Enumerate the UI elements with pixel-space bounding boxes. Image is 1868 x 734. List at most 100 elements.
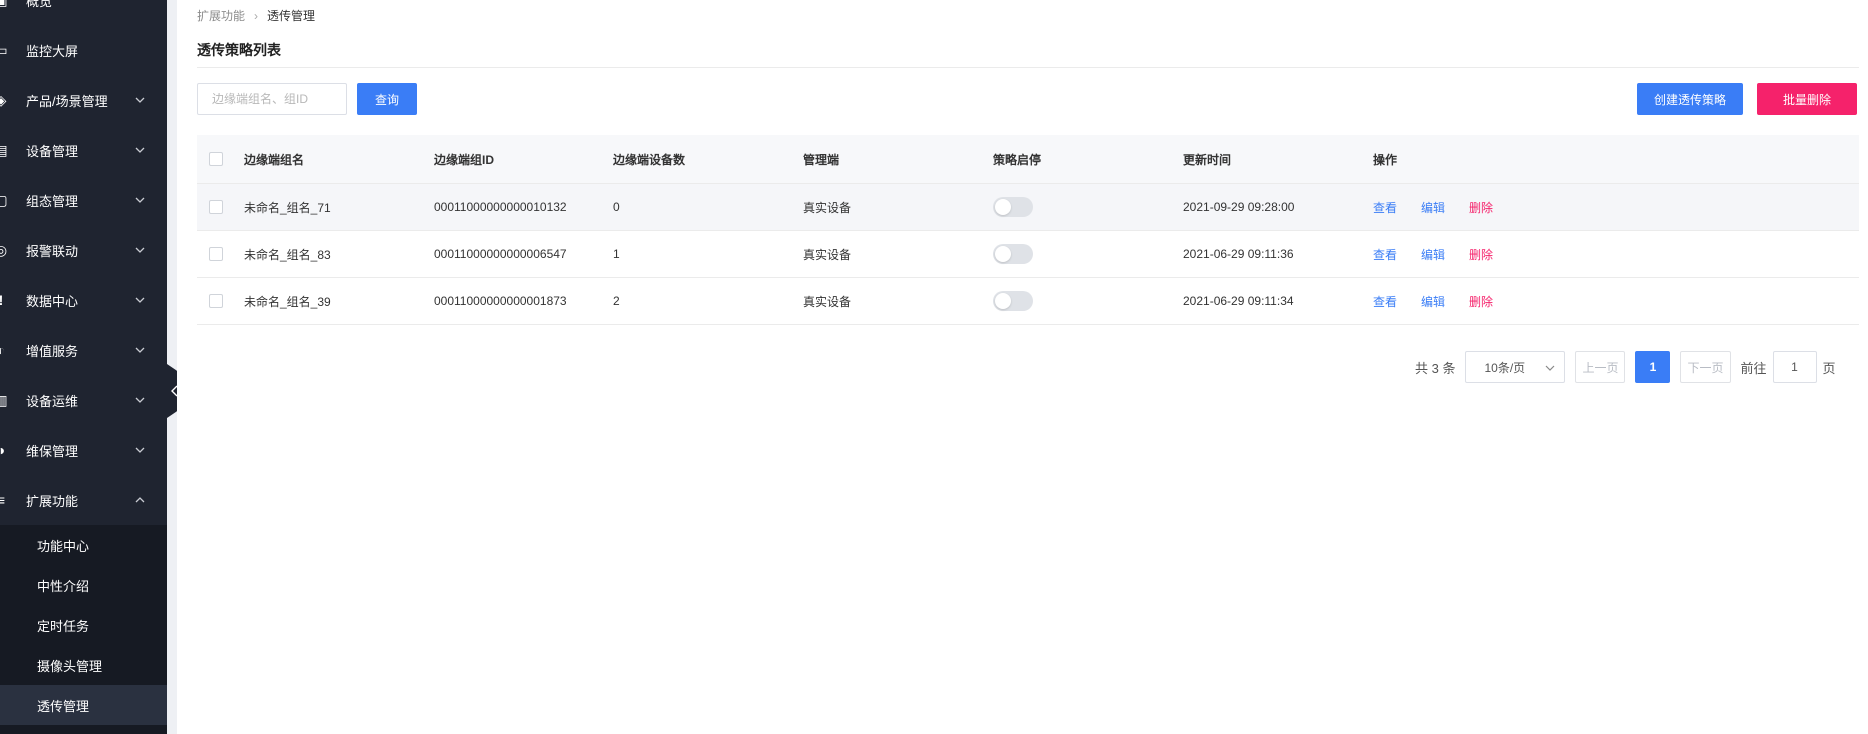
create-strategy-button[interactable]: 创建透传策略 xyxy=(1637,83,1743,115)
cell-device-count: 0 xyxy=(613,200,620,214)
delete-link[interactable]: 删除 xyxy=(1469,246,1493,263)
chevron-down-icon xyxy=(133,243,147,257)
table-row: 未命名_组名_83 00011000000000006547 1 真实设备 2021-0… xyxy=(197,231,1859,278)
submenu-item-2[interactable]: 定时任务 xyxy=(0,605,167,645)
chevron-down-icon xyxy=(133,93,147,107)
chevron-up-icon xyxy=(133,493,147,507)
cell-group-id: 00011000000000006547 xyxy=(434,247,567,261)
cell-manager: 真实设备 xyxy=(803,247,852,262)
table-header: 边缘端组名 边缘端组ID 边缘端设备数 管理端 策略启停 更新时间 操作 xyxy=(197,135,1859,184)
submenu-item-4[interactable]: 透传管理 xyxy=(0,685,167,725)
sidebar-item-2[interactable]: ◈ 产品/场景管理 xyxy=(0,75,167,125)
view-link[interactable]: 查看 xyxy=(1373,293,1397,310)
header-actions: 操作 xyxy=(1373,152,1398,167)
sidebar-item-label: 概览 xyxy=(26,0,53,9)
chevron-down-icon xyxy=(133,343,147,357)
table-row: 未命名_组名_39 00011000000000001873 2 真实设备 2021-0… xyxy=(197,278,1859,325)
page-title: 透传策略列表 xyxy=(197,42,281,58)
sidebar-item-label: 设备运维 xyxy=(26,393,79,409)
goto-page-input[interactable] xyxy=(1772,351,1817,383)
view-link[interactable]: 查看 xyxy=(1373,246,1397,263)
chevron-down-icon xyxy=(133,393,147,407)
sidebar-item-label: 监控大屏 xyxy=(26,43,79,59)
batch-delete-button[interactable]: 批量删除 xyxy=(1757,83,1857,115)
breadcrumb-parent[interactable]: 扩展功能 xyxy=(197,7,245,24)
query-button[interactable]: 查询 xyxy=(357,83,417,115)
sidebar-item-0[interactable]: ▣ 概览 xyxy=(0,0,167,25)
device-icon: ▤ xyxy=(0,141,8,158)
submenu-item-0[interactable]: 功能中心 xyxy=(0,525,167,565)
alarm-icon: ◎ xyxy=(0,241,8,258)
chevron-down-icon xyxy=(133,443,147,457)
cell-updated-time: 2021-06-29 09:11:34 xyxy=(1183,294,1294,308)
strategy-toggle-switch[interactable] xyxy=(993,244,1033,264)
table-row: 未命名_组名_71 00011000000000010132 0 真实设备 2021-0… xyxy=(197,184,1859,231)
pagination: 共 3 条 10条/页 上一页 1 下一页 前往 页 xyxy=(1415,351,1836,383)
sidebar-item-label: 维保管理 xyxy=(26,443,79,459)
chevron-down-icon xyxy=(133,193,147,207)
strategy-toggle-switch[interactable] xyxy=(993,197,1033,217)
submenu-item-label: 功能中心 xyxy=(37,538,90,554)
cell-group-id: 00011000000000001873 xyxy=(434,294,567,308)
sidebar-item-6[interactable]: ! 数据中心 xyxy=(0,275,167,325)
sidebar-item-label: 增值服务 xyxy=(26,343,79,359)
cell-group-id: 00011000000000010132 xyxy=(434,200,567,214)
row-checkbox[interactable] xyxy=(209,294,223,308)
sidebar-item-10[interactable]: ≡ 扩展功能 xyxy=(0,475,167,525)
cell-device-count: 2 xyxy=(613,294,620,308)
cell-actions: 查看 编辑 删除 xyxy=(1373,278,1517,324)
sidebar-item-3[interactable]: ▤ 设备管理 xyxy=(0,125,167,175)
delete-link[interactable]: 删除 xyxy=(1469,199,1493,216)
submenu-item-label: 透传管理 xyxy=(37,698,90,714)
cell-manager: 真实设备 xyxy=(803,200,852,215)
cell-device-count: 1 xyxy=(613,247,620,261)
sidebar-item-label: 报警联动 xyxy=(26,243,79,259)
sidebar-item-1[interactable]: ▭ 监控大屏 xyxy=(0,25,167,75)
page-size-value: 10条/页 xyxy=(1484,360,1526,375)
goto-unit: 页 xyxy=(1822,360,1836,376)
sidebar-item-4[interactable]: ▢ 组态管理 xyxy=(0,175,167,225)
edit-link[interactable]: 编辑 xyxy=(1421,246,1445,263)
submenu-item-3[interactable]: 摄像头管理 xyxy=(0,645,167,685)
sidebar-item-9[interactable]: ◑ 维保管理 xyxy=(0,425,167,475)
chevron-down-icon xyxy=(1546,365,1555,371)
sidebar-item-label: 扩展功能 xyxy=(26,493,79,509)
page-number-button[interactable]: 1 xyxy=(1635,351,1671,383)
data-icon: ! xyxy=(0,292,8,308)
edit-link[interactable]: 编辑 xyxy=(1421,293,1445,310)
cell-updated-time: 2021-09-29 09:28:00 xyxy=(1183,200,1295,214)
submenu-item-1[interactable]: 中性介绍 xyxy=(0,565,167,605)
cell-group-name: 未命名_组名_83 xyxy=(244,247,331,262)
sidebar-item-8[interactable]: ▥ 设备运维 xyxy=(0,375,167,425)
next-page-button[interactable]: 下一页 xyxy=(1680,351,1731,383)
sidebar-item-5[interactable]: ◎ 报警联动 xyxy=(0,225,167,275)
sidebar: ▣ 概览 ▭ 监控大屏 ◈ 产品/场景管理 ▤ 设备管理 ▢ 组态管理 ◎ 报警联动 ! 数据中心 ◐ 增值服… xyxy=(0,0,167,734)
select-all-checkbox[interactable] xyxy=(209,152,223,166)
config-icon: ▢ xyxy=(0,191,8,208)
breadcrumb: 扩展功能 › 透传管理 xyxy=(197,7,315,24)
page-size-select[interactable]: 10条/页 xyxy=(1465,351,1566,383)
header-strategy-toggle: 策略启停 xyxy=(993,152,1042,167)
header-device-count: 边缘端设备数 xyxy=(613,152,686,167)
monitor-icon: ▭ xyxy=(0,41,8,58)
edit-link[interactable]: 编辑 xyxy=(1421,199,1445,216)
row-checkbox[interactable] xyxy=(209,200,223,214)
sidebar-item-label: 产品/场景管理 xyxy=(26,93,108,109)
extension-icon: ≡ xyxy=(0,492,6,508)
view-link[interactable]: 查看 xyxy=(1373,199,1397,216)
breadcrumb-current: 透传管理 xyxy=(267,9,316,23)
header-group-id: 边缘端组ID xyxy=(434,152,495,167)
cell-actions: 查看 编辑 删除 xyxy=(1373,231,1517,277)
strategy-toggle-switch[interactable] xyxy=(993,291,1033,311)
sidebar-item-7[interactable]: ◐ 增值服务 xyxy=(0,325,167,375)
ops-icon: ▥ xyxy=(0,391,8,408)
cell-group-name: 未命名_组名_39 xyxy=(244,294,331,309)
main-content: 扩展功能 › 透传管理 透传策略列表 查询 创建透传策略 批量删除 边缘端组名 … xyxy=(177,0,1868,734)
prev-page-button[interactable]: 上一页 xyxy=(1575,351,1626,383)
extension-submenu: 功能中心中性介绍定时任务摄像头管理透传管理 xyxy=(0,525,167,734)
header-manager: 管理端 xyxy=(803,152,840,167)
delete-link[interactable]: 删除 xyxy=(1469,293,1493,310)
row-checkbox[interactable] xyxy=(209,247,223,261)
submenu-item-label: 定时任务 xyxy=(37,618,90,634)
search-input[interactable] xyxy=(197,83,347,115)
